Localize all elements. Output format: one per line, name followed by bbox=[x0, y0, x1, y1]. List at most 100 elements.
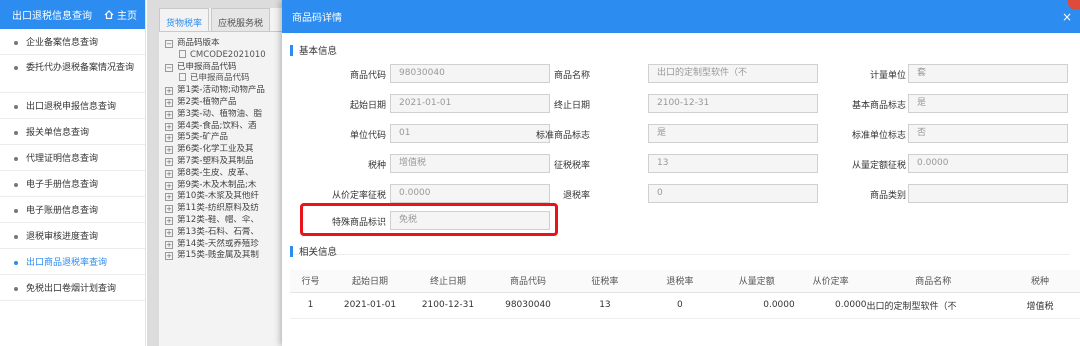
expand-icon[interactable]: + bbox=[165, 181, 173, 190]
special-mark-highlight-box bbox=[300, 203, 558, 236]
table-cell: 增值税 bbox=[999, 292, 1080, 319]
tree-panel: 货物税率 应税服务税 − 商品码版本 CMCODE2021010− 已申报商品代码 已申… bbox=[159, 8, 284, 346]
tree-node-label: 第9类-木及木制品;木 bbox=[177, 179, 257, 190]
file-icon[interactable] bbox=[179, 49, 186, 58]
table-cell: 98030040 bbox=[486, 292, 570, 319]
home-icon bbox=[104, 10, 114, 19]
tree-node[interactable]: − 已申报商品代码 bbox=[165, 62, 284, 74]
sidebar-header: 出口退税信息查询 主页 bbox=[0, 0, 145, 29]
tree-node[interactable]: + 第11类-纺织原料及纺 bbox=[165, 203, 284, 215]
table-body: 1 2021-01-01 2100-12-31 98030040 13 0 0.0000 0.… bbox=[290, 292, 1080, 319]
bullet-icon bbox=[14, 41, 18, 45]
sidebar-item[interactable]: 免税出口卷烟计划查询 bbox=[0, 275, 145, 301]
sidebar-item-label: 出口退税申报信息查询 bbox=[26, 102, 117, 112]
tree-node-label: 商品码版本 bbox=[177, 38, 220, 48]
field-label: 商品代码 bbox=[349, 71, 386, 81]
sidebar-item-label: 委托代办退税备案情况查询 bbox=[26, 63, 135, 73]
sidebar-item[interactable]: 企业备案信息查询 bbox=[0, 29, 145, 55]
collapse-icon[interactable]: − bbox=[165, 40, 173, 48]
tree-node[interactable]: + 第13类-石料、石膏、 bbox=[165, 227, 284, 239]
expand-icon[interactable]: + bbox=[165, 157, 173, 166]
expand-icon[interactable]: + bbox=[165, 193, 173, 202]
tree-node[interactable]: + 第4类-食品;饮料、酒 bbox=[165, 121, 284, 133]
field-label: 基本商品标志 bbox=[851, 101, 906, 111]
tree-node[interactable]: − 商品码版本 bbox=[165, 38, 284, 50]
bullet-icon bbox=[14, 261, 18, 265]
expand-icon[interactable]: + bbox=[165, 87, 173, 96]
related-info-table: 行号 起始日期 终止日期 商品代码 征税率 退税率 从量定额 从价定率 商品名称 税种 1 2021… bbox=[290, 270, 1080, 319]
column-header: 征税率 bbox=[569, 270, 641, 293]
table-cell: 2021-01-01 bbox=[331, 292, 409, 319]
expand-icon[interactable]: + bbox=[165, 110, 173, 119]
expand-icon[interactable]: + bbox=[165, 122, 173, 131]
tree-node[interactable]: + 第6类-化学工业及其 bbox=[165, 144, 284, 156]
tree-node[interactable]: + 第9类-木及木制品;木 bbox=[165, 180, 284, 192]
tree-node-label: CMCODE2021010 bbox=[190, 49, 266, 60]
tree-node[interactable]: + 第15类-贱金属及其制 bbox=[165, 250, 284, 262]
table-cell: 0.0000 bbox=[718, 292, 795, 319]
tree-node[interactable]: + 第10类-木浆及其他纤 bbox=[165, 191, 284, 203]
field-label: 终止日期 bbox=[553, 101, 590, 111]
tree-node-label: 第14类-天然或养殖珍 bbox=[177, 238, 259, 249]
tree-node[interactable]: + 第2类-植物产品 bbox=[165, 97, 284, 109]
table-cell: 0.0000 bbox=[794, 292, 867, 319]
sidebar: 出口退税信息查询 主页 企业备案信息查询委托代办退税备案情况查询 出口退税申报信息… bbox=[0, 0, 146, 346]
tab-goods-tax-rate[interactable]: 货物税率 bbox=[159, 8, 210, 31]
section-marker bbox=[290, 245, 293, 257]
field-label: 单位代码 bbox=[349, 131, 386, 141]
table-cell: 出口的定制型软件（不 bbox=[866, 292, 1000, 319]
field-value: 0.0000 bbox=[908, 154, 1068, 173]
expand-icon[interactable]: + bbox=[165, 252, 173, 261]
sidebar-item-label: 免税出口卷烟计划查询 bbox=[26, 284, 117, 294]
tree-node[interactable]: + 第5类-矿产品 bbox=[165, 132, 284, 144]
tree-node[interactable]: + 第8类-生皮、皮革、 bbox=[165, 168, 284, 180]
tree-node[interactable]: + 第3类-动、植物油、脂 bbox=[165, 109, 284, 121]
tree-node-label: 第11类-纺织原料及纺 bbox=[177, 203, 259, 214]
table-cell: 1 bbox=[290, 292, 332, 319]
sidebar-item[interactable]: 电子手册信息查询 bbox=[0, 171, 145, 197]
tree-node-label: 第3类-动、植物油、脂 bbox=[177, 108, 262, 119]
table-cell: 0 bbox=[640, 292, 719, 319]
field-label: 税种 bbox=[367, 161, 386, 171]
sidebar-item[interactable]: 报关单信息查询 bbox=[0, 119, 145, 145]
file-icon[interactable] bbox=[179, 73, 186, 82]
sidebar-item-label: 退税审核进度查询 bbox=[26, 232, 99, 242]
expand-icon[interactable]: + bbox=[165, 228, 173, 237]
expand-icon[interactable]: + bbox=[165, 134, 173, 143]
tree-node-label: 第12类-鞋、帽、伞、 bbox=[177, 214, 259, 225]
tree-node[interactable]: CMCODE2021010 bbox=[165, 49, 284, 62]
collapse-icon[interactable]: − bbox=[165, 63, 173, 72]
sidebar-item[interactable]: 出口退税申报信息查询 bbox=[0, 93, 145, 119]
bullet-icon bbox=[14, 66, 18, 70]
column-header: 从量定额 bbox=[718, 270, 795, 293]
column-header: 终止日期 bbox=[409, 270, 487, 293]
tree-node[interactable]: + 第1类-活动物;动物产品 bbox=[165, 85, 284, 97]
field-value: 0 bbox=[648, 184, 818, 203]
sidebar-item[interactable]: 委托代办退税备案情况查询 bbox=[0, 55, 145, 93]
field-label: 标准单位标志 bbox=[851, 131, 906, 141]
expand-icon[interactable]: + bbox=[165, 169, 173, 178]
tree-node-label: 第10类-木浆及其他纤 bbox=[177, 191, 259, 202]
tree-node[interactable]: + 第7类-塑料及其制品 bbox=[165, 156, 284, 168]
sidebar-item[interactable]: 代理证明信息查询 bbox=[0, 145, 145, 171]
table-row[interactable]: 1 2021-01-01 2100-12-31 98030040 13 0 0.0000 0.… bbox=[290, 292, 1080, 319]
close-icon[interactable]: × bbox=[1062, 10, 1072, 24]
expand-icon[interactable]: + bbox=[165, 240, 173, 249]
sidebar-item[interactable]: 退税审核进度查询 bbox=[0, 223, 145, 249]
sidebar-item[interactable]: 出口商品退税率查询 bbox=[0, 249, 145, 275]
sidebar-menu: 企业备案信息查询委托代办退税备案情况查询 出口退税申报信息查询报关单信息查询 代理证… bbox=[0, 29, 145, 301]
tree-node[interactable]: + 第12类-鞋、帽、伞、 bbox=[165, 215, 284, 227]
tree-node[interactable]: 已申报商品代码 bbox=[165, 73, 284, 85]
tab-service-tax[interactable]: 应税服务税 bbox=[211, 8, 271, 31]
tree-node-label: 第5类-矿产品 bbox=[177, 132, 228, 143]
product-code-detail-dialog: 商品码详情 × 基本信息 商品代码 98030040 商品名称 出口的定制型软件（不计… bbox=[282, 0, 1080, 346]
tree-node[interactable]: + 第14类-天然或养殖珍 bbox=[165, 239, 284, 251]
expand-icon[interactable]: + bbox=[165, 146, 173, 155]
sidebar-item[interactable]: 电子账册信息查询 bbox=[0, 197, 145, 223]
home-button[interactable]: 主页 bbox=[104, 7, 137, 22]
expand-icon[interactable]: + bbox=[165, 205, 173, 214]
field-label: 起始日期 bbox=[349, 101, 386, 111]
expand-icon[interactable]: + bbox=[165, 216, 173, 225]
sidebar-item-label: 电子手册信息查询 bbox=[26, 180, 99, 190]
expand-icon[interactable]: + bbox=[165, 98, 173, 107]
